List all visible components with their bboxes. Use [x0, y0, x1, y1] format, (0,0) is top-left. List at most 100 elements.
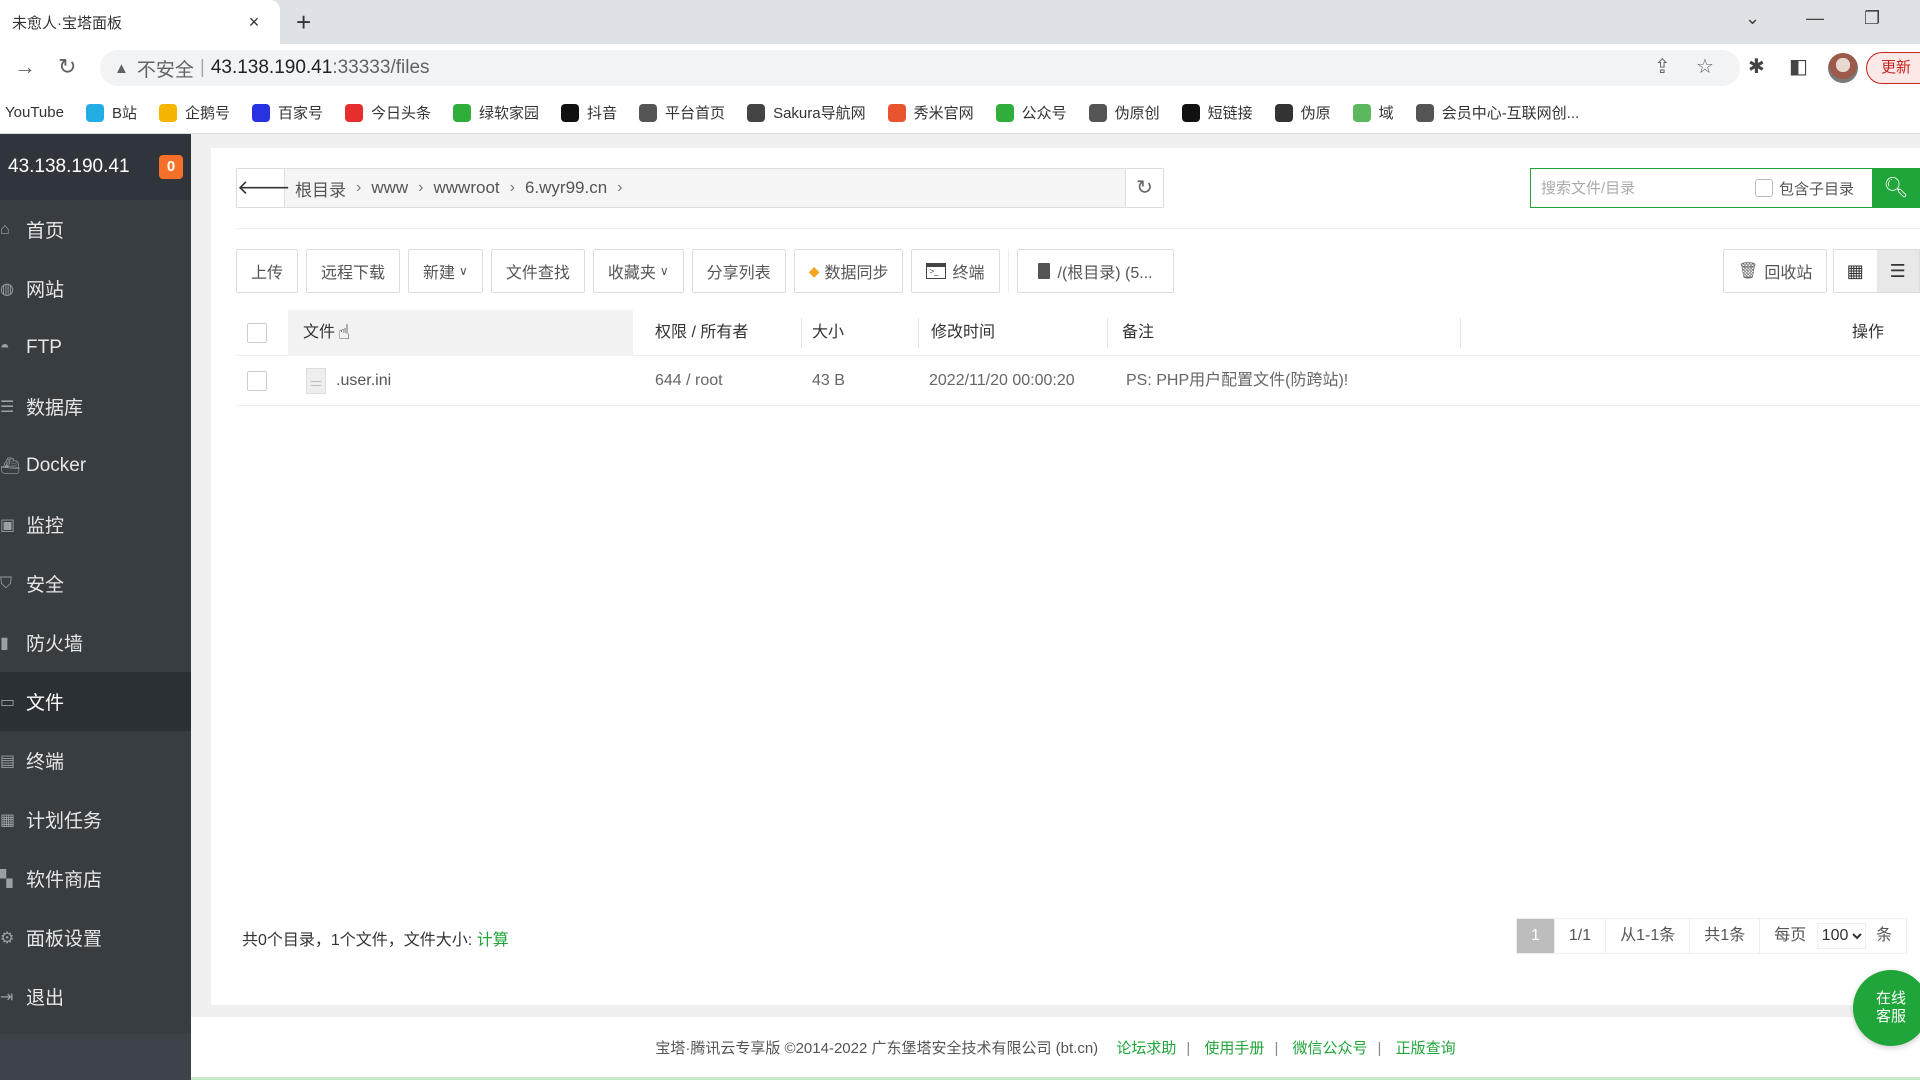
message-badge[interactable]: 0 [159, 155, 183, 179]
bookmark-item[interactable]: 绿软家园 [453, 102, 539, 123]
side-panel-icon[interactable]: ◧ [1789, 54, 1808, 79]
docker-icon: ⛴ [0, 457, 21, 475]
sidebar-item-ftp[interactable]: ◓ FTP [0, 318, 191, 377]
sidebar-item-database[interactable]: ☰ 数据库 [0, 377, 191, 436]
url-path: :33333/files [332, 57, 430, 78]
extensions-icon[interactable]: ✱ [1748, 54, 1765, 79]
url-input[interactable]: ▲ 不安全 | 43.138.190.41 :33333/files [100, 50, 1740, 86]
grid-view-icon[interactable]: ▦ [1834, 250, 1877, 292]
sidebar-item-files[interactable]: ▭ 文件 [0, 672, 191, 731]
online-service-line2: 客服 [1875, 1008, 1906, 1025]
files-icon: ▭ [0, 693, 16, 711]
reload-icon[interactable]: ↻ [58, 54, 76, 80]
file-remark[interactable]: PS: PHP用户配置文件(防跨站)! [1126, 356, 1348, 406]
col-remark: 备注 [1122, 324, 1155, 341]
browser-tab[interactable]: 未愈人·宝塔面板 × [0, 0, 280, 44]
bookmark-star-icon[interactable]: ☆ [1696, 54, 1714, 79]
checkbox-box[interactable] [1755, 179, 1773, 197]
restore-icon[interactable]: ❐ [1864, 8, 1880, 29]
bookmark-item[interactable]: B站 [85, 102, 137, 123]
close-tab-icon[interactable]: × [240, 12, 268, 33]
list-view-icon[interactable]: ☰ [1876, 250, 1919, 292]
new-tab-icon[interactable]: + [296, 8, 311, 36]
online-service-button[interactable]: 在线 客服 [1853, 970, 1920, 1046]
favorites-label: 收藏夹 [607, 265, 656, 282]
chevron-right-icon: › [356, 179, 362, 196]
bookmark-item[interactable]: 平台首页 [639, 102, 725, 123]
sidebar-item-security[interactable]: ⛉ 安全 [0, 554, 191, 613]
sidebar-item-panel-settings[interactable]: ⚙ 面板设置 [0, 908, 191, 967]
col-size[interactable]: 大小 [812, 310, 844, 356]
search-input[interactable] [1531, 170, 1751, 206]
bookmark-item[interactable]: YouTube [5, 104, 64, 121]
share-list-button[interactable]: 分享列表 [691, 249, 786, 293]
profile-avatar[interactable] [1828, 53, 1858, 83]
bookmark-item[interactable]: 公众号 [995, 102, 1067, 123]
sidebar-item-home[interactable]: ⌂ 首页 [0, 200, 191, 259]
col-modified[interactable]: 修改时间 [931, 310, 995, 356]
bookmark-item[interactable]: Sakura导航网 [747, 102, 866, 123]
bookmark-label: 抖音 [587, 105, 618, 122]
sidebar-item-cron[interactable]: ▦ 计划任务 [0, 790, 191, 849]
calculate-size-link[interactable]: 计算 [477, 932, 509, 949]
breadcrumb-item[interactable]: www › [371, 176, 423, 201]
new-button[interactable]: 新建 ∨ [408, 249, 483, 293]
page-current[interactable]: 1 [1517, 919, 1555, 953]
share-icon[interactable]: ⇪ [1654, 54, 1671, 79]
bookmark-label: B站 [111, 105, 137, 122]
home-icon: ⌂ [0, 220, 10, 238]
wechat-account-link[interactable]: 微信公众号 [1293, 1040, 1368, 1057]
update-button[interactable]: 更新 [1866, 52, 1920, 84]
favorites-button[interactable]: 收藏夹 ∨ [592, 249, 684, 293]
table-row[interactable]: .user.ini 644 / root 43 B 2022/11/20 00:… [236, 356, 1920, 406]
sidebar-item-docker[interactable]: ⛴ Docker [0, 436, 191, 495]
minimize-icon[interactable]: — [1806, 8, 1824, 29]
disk-button[interactable]: /(根目录) (5... [1016, 249, 1174, 293]
sidebar-item-firewall[interactable]: ▮ 防火墙 [0, 613, 191, 672]
file-search-button[interactable]: 文件查找 [490, 249, 585, 293]
file-perm-owner[interactable]: 644 / root [655, 356, 723, 406]
recycle-bin-button[interactable]: 🗑︎ 回收站 [1723, 249, 1828, 293]
user-manual-link[interactable]: 使用手册 [1204, 1040, 1264, 1057]
breadcrumb-item[interactable]: 根目录 › [295, 176, 361, 201]
sidebar-item-app-store[interactable]: ▚ 软件商店 [0, 849, 191, 908]
row-checkbox[interactable] [247, 371, 267, 391]
bookmark-item[interactable]: 短链接 [1181, 102, 1253, 123]
breadcrumb-item[interactable]: 6.wyr99.cn › [525, 176, 623, 201]
include-subdir-checkbox[interactable]: 包含子目录 [1755, 178, 1854, 199]
bookmark-item[interactable]: 百家号 [251, 102, 323, 123]
column-divider [1460, 318, 1461, 348]
select-all-checkbox[interactable] [247, 323, 267, 343]
file-name[interactable]: .user.ini [336, 356, 391, 406]
bookmark-label: 平台首页 [665, 105, 726, 122]
sidebar-item-monitor[interactable]: ▣ 监控 [0, 495, 191, 554]
tab-search-icon[interactable]: ⌄ [1745, 8, 1760, 29]
search-icon[interactable]: 🔍︎ [1872, 168, 1920, 208]
sidebar-item-website[interactable]: ◍ 网站 [0, 259, 191, 318]
sidebar-item-label: FTP [26, 336, 62, 358]
remote-download-button[interactable]: 远程下载 [306, 249, 401, 293]
bookmark-item[interactable]: 会员中心-互联网创... [1415, 102, 1579, 123]
bookmark-item[interactable]: 抖音 [561, 102, 617, 123]
bookmark-item[interactable]: 今日头条 [345, 102, 431, 123]
back-arrow-icon[interactable]: 🡐 [237, 169, 291, 207]
per-page-select[interactable]: 100 [1816, 922, 1866, 949]
forward-icon[interactable]: → [14, 54, 36, 80]
sidebar-item-terminal[interactable]: ▤ 终端 [0, 731, 191, 790]
sidebar-item-logout[interactable]: ⇥ 退出 [0, 967, 191, 1026]
forum-help-link[interactable]: 论坛求助 [1116, 1040, 1176, 1057]
license-check-link[interactable]: 正版查询 [1396, 1040, 1456, 1057]
bookmark-item[interactable]: 域 [1352, 102, 1394, 123]
bookmark-item[interactable]: 企鹅号 [158, 102, 230, 123]
refresh-icon[interactable]: ↻ [1125, 169, 1163, 207]
breadcrumb-item[interactable]: wwwroot › [434, 176, 515, 201]
upload-button[interactable]: 上传 [236, 249, 299, 293]
col-perm-owner[interactable]: 权限 / 所有者 [655, 310, 748, 356]
terminal-button[interactable]: >_ 终端 [911, 249, 1000, 293]
data-sync-button[interactable]: ◆ 数据同步 [793, 249, 904, 293]
bookmark-item[interactable]: 伪原创 [1088, 102, 1160, 123]
bookmark-item[interactable]: 伪原 [1274, 102, 1331, 123]
bookmark-item[interactable]: 秀米官网 [887, 102, 974, 123]
breadcrumb-label: wwwroot [433, 178, 500, 197]
terminal-icon: ▤ [0, 752, 16, 770]
